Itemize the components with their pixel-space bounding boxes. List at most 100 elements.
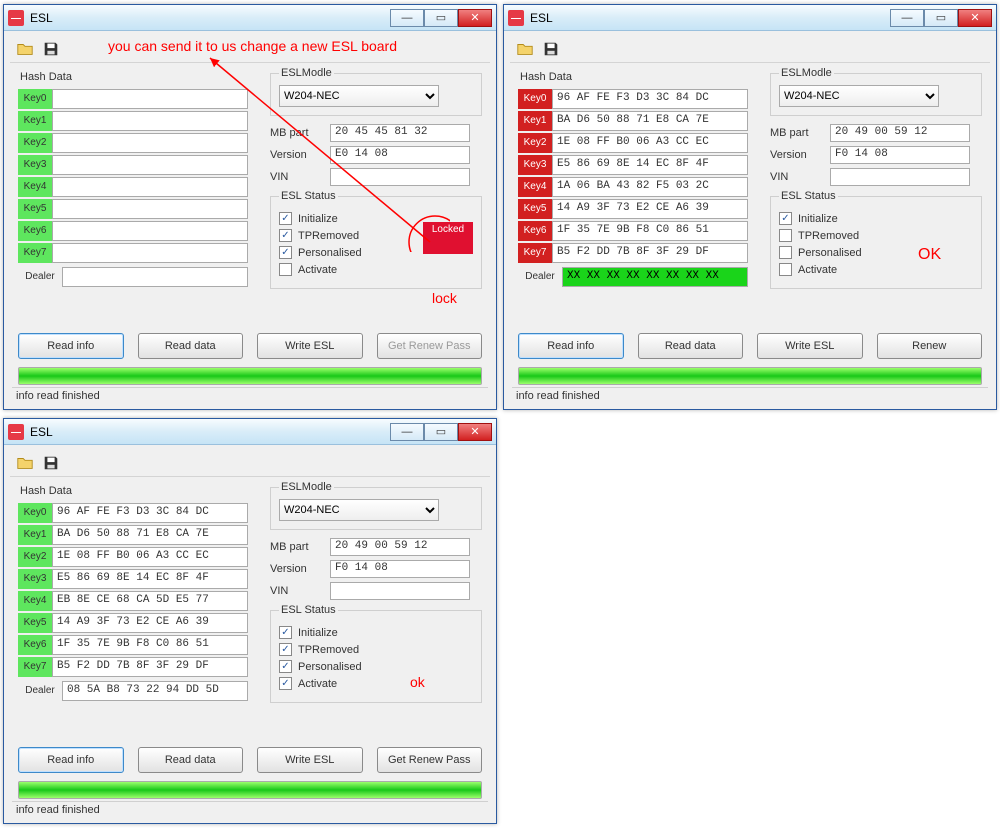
- dealer-input[interactable]: 08 5A B8 73 22 94 DD 5D: [62, 681, 248, 701]
- key-input[interactable]: [52, 89, 248, 109]
- get-renew-pass-button[interactable]: Get Renew Pass: [377, 747, 483, 773]
- save-icon[interactable]: [42, 454, 60, 472]
- checkbox[interactable]: ✓: [279, 229, 292, 242]
- key-label: Key4: [18, 591, 52, 611]
- key-input[interactable]: [52, 111, 248, 131]
- key-input[interactable]: [52, 177, 248, 197]
- vin-label: VIN: [270, 585, 330, 597]
- key-input[interactable]: B5 F2 DD 7B 8F 3F 29 DF: [552, 243, 748, 263]
- close-button[interactable]: ✕: [958, 9, 992, 27]
- key-input[interactable]: [52, 199, 248, 219]
- key-label: Key5: [18, 613, 52, 633]
- key-input[interactable]: [52, 221, 248, 241]
- minimize-button[interactable]: —: [890, 9, 924, 27]
- titlebar[interactable]: ESL — ▭ ✕: [4, 419, 496, 445]
- close-button[interactable]: ✕: [458, 9, 492, 27]
- checkbox-label: TPRemoved: [798, 230, 859, 242]
- hash-data-label: Hash Data: [520, 71, 748, 83]
- read-data-button[interactable]: Read data: [638, 333, 744, 359]
- key-input[interactable]: [52, 155, 248, 175]
- key-input[interactable]: E5 86 69 8E 14 EC 8F 4F: [552, 155, 748, 175]
- key-input[interactable]: EB 8E CE 68 CA 5D E5 77: [52, 591, 248, 611]
- key-label: Key5: [18, 199, 52, 219]
- key-input[interactable]: 1E 08 FF B0 06 A3 CC EC: [52, 547, 248, 567]
- vin-input[interactable]: [330, 168, 470, 186]
- checkbox-label: Personalised: [798, 247, 862, 259]
- checkbox-label: Initialize: [298, 213, 338, 225]
- key-input[interactable]: B5 F2 DD 7B 8F 3F 29 DF: [52, 657, 248, 677]
- key-input[interactable]: BA D6 50 88 71 E8 CA 7E: [52, 525, 248, 545]
- key-input[interactable]: 1A 06 BA 43 82 F5 03 2C: [552, 177, 748, 197]
- checkbox[interactable]: ✓: [279, 626, 292, 639]
- checkbox[interactable]: [779, 229, 792, 242]
- app-icon: [508, 10, 524, 26]
- minimize-button[interactable]: —: [390, 423, 424, 441]
- key-input[interactable]: 1F 35 7E 9B F8 C0 86 51: [52, 635, 248, 655]
- open-icon[interactable]: [16, 454, 34, 472]
- mbpart-input[interactable]: 20 49 00 59 12: [830, 124, 970, 142]
- checkbox-label: Activate: [798, 264, 837, 276]
- checkbox-label: Personalised: [298, 661, 362, 673]
- mbpart-input[interactable]: 20 49 00 59 12: [330, 538, 470, 556]
- key-input[interactable]: 1E 08 FF B0 06 A3 CC EC: [552, 133, 748, 153]
- read-data-button[interactable]: Read data: [138, 333, 244, 359]
- open-icon[interactable]: [16, 40, 34, 58]
- read-info-button[interactable]: Read info: [18, 747, 124, 773]
- dealer-input[interactable]: XX XX XX XX XX XX XX XX: [562, 267, 748, 287]
- esl-model-select[interactable]: W204-NEC: [779, 85, 939, 107]
- checkbox[interactable]: [279, 263, 292, 276]
- window-title: ESL: [30, 11, 53, 25]
- checkbox[interactable]: ✓: [779, 212, 792, 225]
- checkbox[interactable]: ✓: [279, 212, 292, 225]
- read-data-button[interactable]: Read data: [138, 747, 244, 773]
- save-icon[interactable]: [42, 40, 60, 58]
- close-button[interactable]: ✕: [458, 423, 492, 441]
- maximize-button[interactable]: ▭: [924, 9, 958, 27]
- key-label: Key0: [18, 503, 52, 523]
- vin-input[interactable]: [330, 582, 470, 600]
- checkbox[interactable]: [779, 263, 792, 276]
- checkbox[interactable]: ✓: [279, 246, 292, 259]
- write-esl-button[interactable]: Write ESL: [757, 333, 863, 359]
- read-info-button[interactable]: Read info: [18, 333, 124, 359]
- hash-data-panel: Hash Data Key096 AF FE F3 D3 3C 84 DC Key…: [18, 481, 248, 703]
- key-input[interactable]: 1F 35 7E 9B F8 C0 86 51: [552, 221, 748, 241]
- hash-data-label: Hash Data: [20, 485, 248, 497]
- key-input[interactable]: E5 86 69 8E 14 EC 8F 4F: [52, 569, 248, 589]
- checkbox[interactable]: ✓: [279, 643, 292, 656]
- esl-model-group: ESLModle W204-NEC: [270, 481, 482, 530]
- key-input[interactable]: 14 A9 3F 73 E2 CE A6 39: [52, 613, 248, 633]
- esl-model-select[interactable]: W204-NEC: [279, 499, 439, 521]
- checkbox-label: Initialize: [798, 213, 838, 225]
- key-input[interactable]: 96 AF FE F3 D3 3C 84 DC: [52, 503, 248, 523]
- titlebar[interactable]: ESL — ▭ ✕: [4, 5, 496, 31]
- esl-model-group: ESLModle W204-NEC: [770, 67, 982, 116]
- dealer-input[interactable]: [62, 267, 248, 287]
- version-input[interactable]: E0 14 08: [330, 146, 470, 164]
- minimize-button[interactable]: —: [390, 9, 424, 27]
- esl-model-select[interactable]: W204-NEC: [279, 85, 439, 107]
- maximize-button[interactable]: ▭: [424, 9, 458, 27]
- open-icon[interactable]: [516, 40, 534, 58]
- key-input[interactable]: BA D6 50 88 71 E8 CA 7E: [552, 111, 748, 131]
- renew-button[interactable]: Renew: [877, 333, 983, 359]
- write-esl-button[interactable]: Write ESL: [257, 333, 363, 359]
- key-input[interactable]: 14 A9 3F 73 E2 CE A6 39: [552, 199, 748, 219]
- save-icon[interactable]: [542, 40, 560, 58]
- esl-model-group: ESLModle W204-NEC: [270, 67, 482, 116]
- write-esl-button[interactable]: Write ESL: [257, 747, 363, 773]
- checkbox[interactable]: [779, 246, 792, 259]
- read-info-button[interactable]: Read info: [518, 333, 624, 359]
- maximize-button[interactable]: ▭: [424, 423, 458, 441]
- checkbox[interactable]: ✓: [279, 660, 292, 673]
- key-input[interactable]: 96 AF FE F3 D3 3C 84 DC: [552, 89, 748, 109]
- checkbox[interactable]: ✓: [279, 677, 292, 690]
- mbpart-input[interactable]: 20 45 45 81 32: [330, 124, 470, 142]
- vin-input[interactable]: [830, 168, 970, 186]
- titlebar[interactable]: ESL — ▭ ✕: [504, 5, 996, 31]
- key-input[interactable]: [52, 243, 248, 263]
- version-input[interactable]: F0 14 08: [330, 560, 470, 578]
- esl-model-legend: ESLModle: [779, 67, 834, 79]
- version-input[interactable]: F0 14 08: [830, 146, 970, 164]
- key-input[interactable]: [52, 133, 248, 153]
